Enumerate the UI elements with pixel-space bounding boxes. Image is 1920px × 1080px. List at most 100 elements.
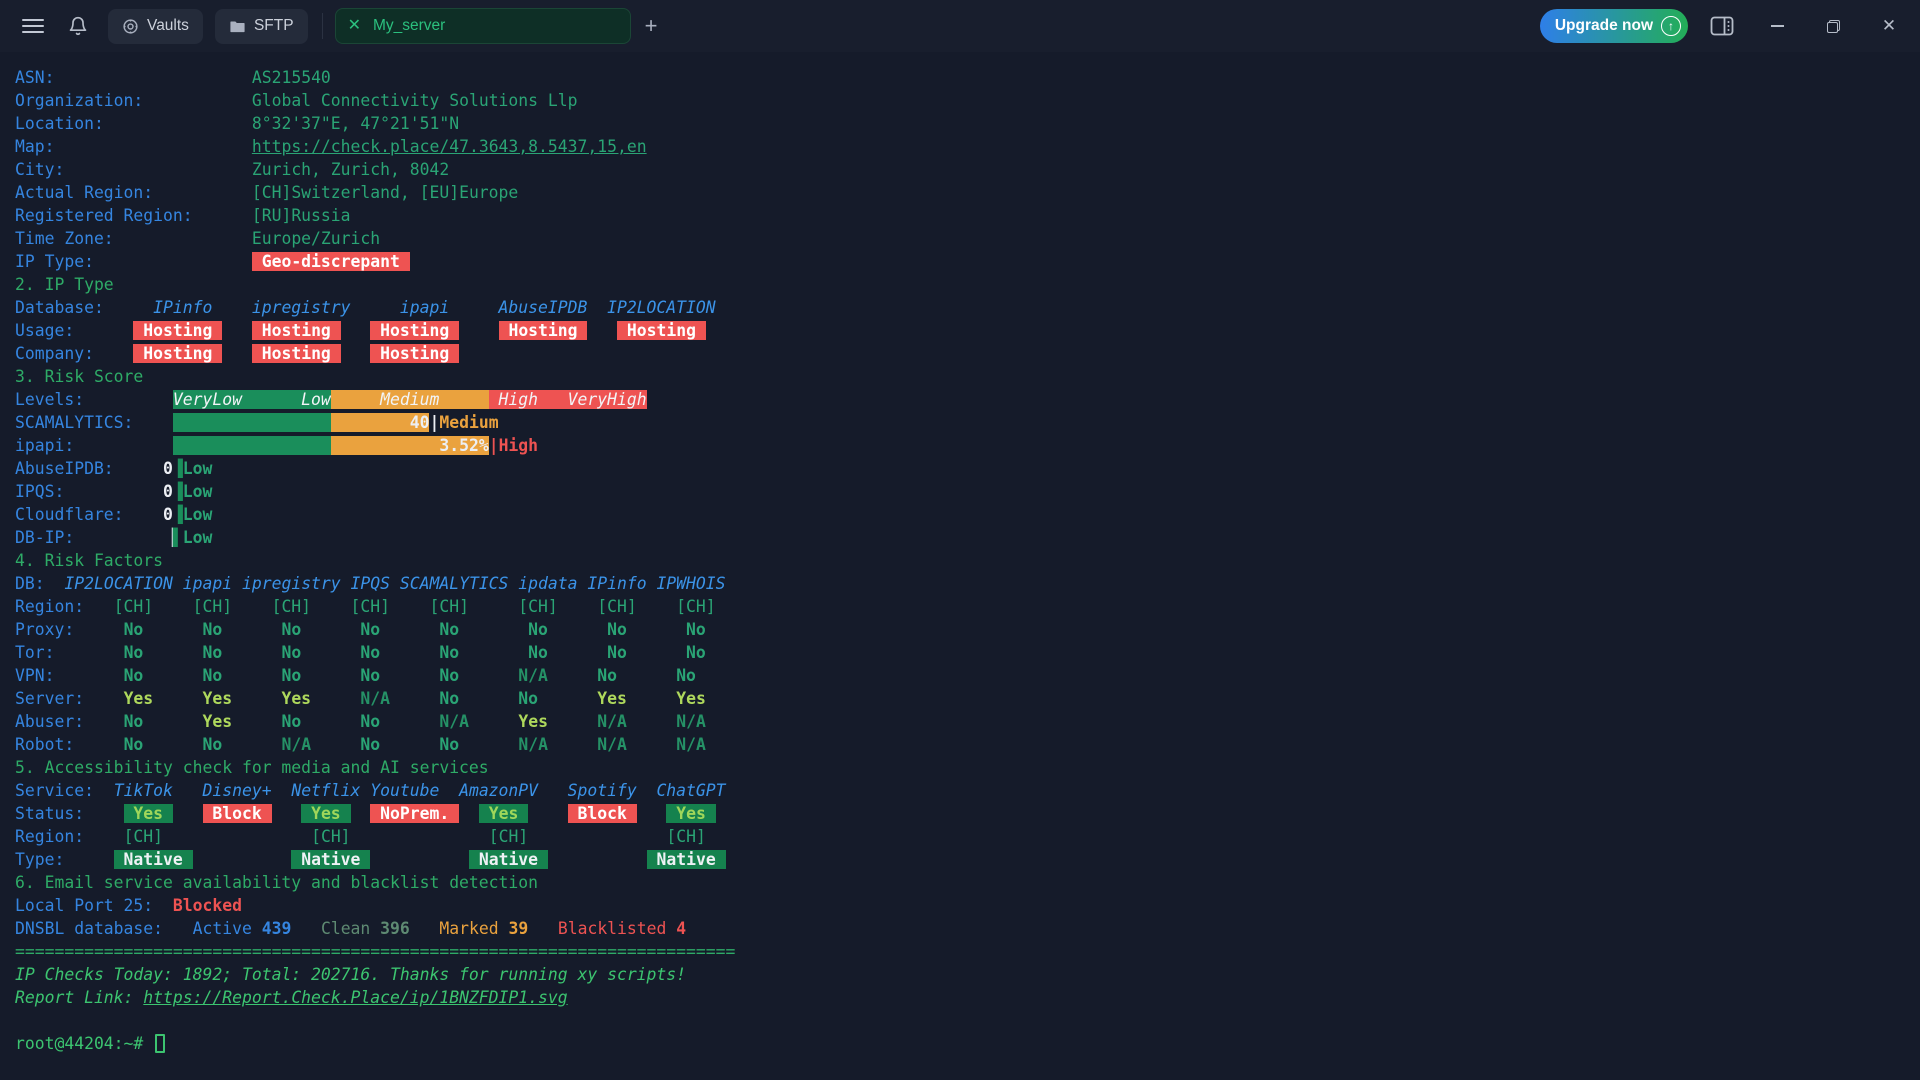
terminal-line: Local Port 25: Blocked [15, 894, 1920, 917]
terminal-cursor [155, 1034, 165, 1053]
vaults-button[interactable]: Vaults [108, 9, 203, 44]
vault-icon [122, 18, 139, 35]
terminal-line: Company: Hosting Hosting Hosting [15, 342, 1920, 365]
terminal-text: N/A [518, 666, 548, 685]
terminal-text: Blocked [173, 896, 242, 915]
terminal-text: Robot: [15, 735, 74, 754]
terminal-line: DB-IP: ▕▌Low [15, 526, 1920, 549]
tab-divider [322, 13, 323, 39]
terminal-text [114, 459, 163, 478]
terminal-text [74, 735, 123, 754]
terminal-text: Server: [15, 689, 84, 708]
sftp-button[interactable]: SFTP [215, 9, 308, 44]
terminal-text [74, 620, 123, 639]
terminal-link[interactable]: https://check.place/47.3643,8.5437,15,en [252, 137, 647, 156]
terminal-text [74, 528, 163, 547]
terminal-line: Actual Region: [CH]Switzerland, [EU]Euro… [15, 181, 1920, 204]
terminal-text [528, 919, 558, 938]
terminal-text [153, 183, 252, 202]
terminal-text: Clean [321, 919, 370, 938]
terminal-text: Yes [203, 712, 233, 731]
terminal-text: Registered Region: [15, 206, 193, 225]
terminal-line: Robot: No No N/A No No N/A N/A N/A [15, 733, 1920, 756]
terminal-text: ▐ [173, 482, 183, 501]
terminal-text: IP Checks Today: 1892; Total: 202716. Th… [15, 965, 686, 984]
terminal-line: root@44204:~# [15, 1032, 1920, 1055]
terminal-text: Hosting [252, 344, 341, 363]
terminal-text [587, 321, 617, 340]
notifications-bell-icon[interactable] [68, 16, 88, 36]
terminal-text: IPQS: [15, 482, 64, 501]
terminal-line: DNSBL database: Active 439 Clean 396 Mar… [15, 917, 1920, 940]
terminal-text [84, 712, 123, 731]
terminal-text: 0 [163, 505, 173, 524]
terminal-text: Geo-discrepant [252, 252, 410, 271]
terminal-text: AS215540 [252, 68, 331, 87]
terminal-output[interactable]: ASN: AS215540Organization: Global Connec… [0, 52, 1920, 1080]
terminal-text [291, 919, 321, 938]
terminal-text [351, 827, 489, 846]
terminal-text: No No [124, 735, 223, 754]
terminal-text: Type: [15, 850, 64, 869]
upgrade-now-button[interactable]: Upgrade now ↑ [1540, 9, 1688, 43]
menu-icon[interactable] [22, 19, 44, 33]
terminal-text: No No [439, 689, 538, 708]
terminal-text [459, 804, 479, 823]
terminal-link[interactable]: https://Report.Check.Place/ip/1BNZFDIP1.… [143, 988, 567, 1007]
terminal-text [193, 850, 292, 869]
terminal-line: Report Link: https://Report.Check.Place/… [15, 986, 1920, 1009]
terminal-text: Cloudflare: [15, 505, 124, 524]
terminal-text [64, 160, 252, 179]
terminal-text: ▌ [173, 528, 183, 547]
terminal-text: Europe/Zurich [252, 229, 380, 248]
terminal-line: AbuseIPDB: 0▐Low [15, 457, 1920, 480]
terminal-line: Region: [CH] [CH] [CH] [CH] [15, 825, 1920, 848]
terminal-text [548, 712, 597, 731]
terminal-text: N/A N/A [597, 712, 706, 731]
terminal-text [104, 298, 153, 317]
tab-my-server[interactable]: ✕ My_server [335, 8, 631, 44]
terminal-text: Marked [439, 919, 498, 938]
terminal-text: 4 [676, 919, 686, 938]
terminal-text [94, 781, 114, 800]
terminal-text: 2. IP Type [15, 275, 114, 294]
terminal-text: Hosting [370, 344, 459, 363]
terminal-text: Yes Yes [597, 689, 706, 708]
terminal-line: IP Checks Today: 1892; Total: 202716. Th… [15, 963, 1920, 986]
terminal-text [341, 344, 371, 363]
terminal-text [64, 850, 113, 869]
terminal-text: Native [114, 850, 193, 869]
close-button[interactable]: ✕ [1876, 13, 1902, 39]
terminal-text: N/A [281, 735, 311, 754]
terminal-line: VPN: No No No No No N/A No No [15, 664, 1920, 687]
terminal-text [143, 91, 252, 110]
terminal-text: 0 [163, 459, 173, 478]
terminal-text: ▐ [173, 459, 183, 478]
sftp-label: SFTP [254, 17, 294, 35]
terminal-text: Tor: [15, 643, 54, 662]
terminal-line: Type: Native Native Native Native [15, 848, 1920, 871]
terminal-text [84, 689, 123, 708]
terminal-text: Service: [15, 781, 94, 800]
tab-close-icon[interactable]: ✕ [348, 18, 361, 34]
terminal-text [528, 827, 666, 846]
terminal-text: Abuser: [15, 712, 84, 731]
terminal-text: Medium [331, 390, 489, 409]
minimize-button[interactable] [1764, 13, 1790, 39]
terminal-line: 5. Accessibility check for media and AI … [15, 756, 1920, 779]
toggle-right-panel-icon[interactable] [1710, 16, 1734, 36]
terminal-text [64, 482, 163, 501]
terminal-text [548, 666, 597, 685]
restore-icon [1827, 20, 1840, 33]
terminal-text [390, 689, 439, 708]
terminal-text: ASN: [15, 68, 54, 87]
restore-button[interactable] [1820, 13, 1846, 39]
terminal-text [163, 919, 193, 938]
new-tab-button[interactable]: + [645, 13, 658, 39]
terminal-text: ▕ [163, 528, 173, 547]
terminal-line: DB: IP2LOCATION ipapi ipregistry IPQS SC… [15, 572, 1920, 595]
terminal-text [499, 919, 509, 938]
terminal-line: City: Zurich, Zurich, 8042 [15, 158, 1920, 181]
terminal-text: Yes [518, 712, 548, 731]
terminal-text: 396 [380, 919, 410, 938]
